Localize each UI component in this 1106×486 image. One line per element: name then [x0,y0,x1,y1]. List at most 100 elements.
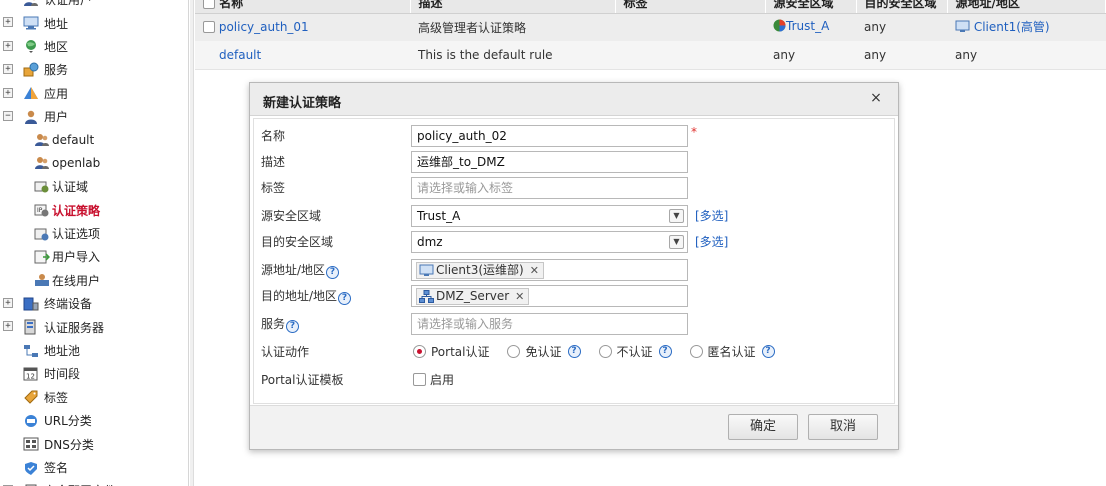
src-addr-link[interactable]: Client1(高管) [974,20,1050,34]
dst-zone-select[interactable]: dmz ▼ [411,231,688,253]
monitor-icon [419,264,434,277]
radio-no-auth[interactable]: 免认证? [507,343,581,360]
radio-skip-auth[interactable]: 不认证? [598,343,672,360]
expand-icon[interactable]: + [3,87,13,98]
sidebar-item[interactable]: + 地区 [0,35,188,58]
sidebar-item[interactable]: 认证选项 [0,222,188,245]
radio-button[interactable] [413,345,426,358]
dialog-title: 新建认证策略 [263,96,342,111]
user-group-icon [23,0,39,8]
sidebar-item[interactable]: 签名 [0,456,188,479]
splitter[interactable] [190,0,194,486]
sidebar-item[interactable]: + 地址 [0,11,188,34]
cell-desc: This is the default rule [410,41,615,70]
remove-tag-icon[interactable]: ✕ [530,263,539,278]
dst-zone-multi-select[interactable]: [多选] [695,233,728,250]
field-tag: 标签 请选择或输入标签 [254,175,894,201]
sidebar-item[interactable]: default [0,128,188,151]
table-row[interactable]: policy_auth_01 高级管理者认证策略 Trust_A any Cli… [195,13,1106,41]
sidebar-item[interactable]: 认证域 [0,175,188,198]
sidebar-item[interactable]: 12 时间段 [0,362,188,385]
policy-link[interactable]: policy_auth_01 [219,20,309,34]
service-label: 服务? [261,315,300,333]
help-icon[interactable]: ? [338,292,352,305]
help-icon[interactable]: ? [326,266,340,279]
expand-icon[interactable]: + [3,298,13,309]
ok-button[interactable]: 确定 [728,414,798,440]
tag-input[interactable]: 请选择或输入标签 [411,177,688,199]
expand-icon[interactable]: + [3,64,13,75]
radio-button[interactable] [598,345,612,358]
col-header-src-zone[interactable]: 源安全区域 [765,0,857,14]
sidebar-item[interactable]: + 终端设备 [0,292,188,315]
enable-checkbox[interactable] [413,373,426,386]
sidebar-item[interactable]: URL分类 [0,409,188,432]
table-row[interactable]: default This is the default rule any any… [195,41,1106,70]
collapse-icon[interactable]: − [3,110,13,121]
svg-text:IP: IP [37,207,43,214]
sidebar-item[interactable]: 地址池 [0,339,188,362]
sidebar-item[interactable]: 标签 [0,386,188,409]
chevron-down-icon[interactable]: ▼ [669,235,684,249]
sidebar-item-label: 认证策略 [52,203,101,218]
policy-link[interactable]: default [219,48,261,62]
col-header-src-addr[interactable]: 源地址/地区 [947,0,1106,14]
radio-button[interactable] [507,345,521,358]
cell-tag [615,13,765,41]
src-zone-value: Trust_A [417,209,461,223]
expand-icon[interactable]: + [3,321,13,332]
dialog-header[interactable]: 新建认证策略 × [250,83,898,116]
sidebar-item[interactable]: 在线用户 [0,269,188,292]
col-header-dst-zone[interactable]: 目的安全区域 [856,0,948,14]
name-input[interactable]: policy_auth_02 [411,125,688,147]
select-all-checkbox[interactable] [203,0,215,10]
sidebar-item-label: 在线用户 [52,273,101,288]
desc-input[interactable]: 运维部_to_DMZ [411,151,688,173]
user-icon [23,109,39,125]
sidebar-item[interactable]: openlab [0,152,188,175]
sidebar-item[interactable]: +安全配置文件 [0,479,188,486]
sidebar-item[interactable]: + 应用 [0,82,188,105]
close-icon[interactable]: × [868,90,884,106]
sidebar-item[interactable]: − 用户 [0,105,188,128]
sidebar-item[interactable]: DNS分类 [0,432,188,455]
help-icon[interactable]: ? [286,320,300,333]
sidebar-item[interactable]: + 服务 [0,58,188,81]
table-header-row: 名称 描述 标签 源安全区域 目的安全区域 源地址/地区 [195,0,1106,14]
sidebar-item-label: 认证服务器 [44,320,105,335]
col-header-desc[interactable]: 描述 [410,0,616,14]
remove-tag-icon[interactable]: ✕ [515,289,524,304]
radio-button[interactable] [689,345,703,358]
col-header-tag[interactable]: 标签 [615,0,766,14]
radio-anonymous-auth[interactable]: 匿名认证? [689,343,775,360]
sidebar-item[interactable]: 认证用户 [0,0,188,11]
src-zone-select[interactable]: Trust_A ▼ [411,205,688,227]
cell-name[interactable]: policy_auth_01 [195,13,410,41]
help-icon[interactable]: ? [658,345,672,358]
dst-addr-input[interactable]: DMZ_Server ✕ [411,285,688,307]
help-icon[interactable]: ? [761,345,775,358]
sidebar-item[interactable]: 用户导入 [0,245,188,268]
cell-dst-zone: any [856,13,947,41]
row-checkbox[interactable] [203,21,215,34]
radio-portal[interactable]: Portal认证 [413,343,489,360]
src-zone-link[interactable]: Trust_A [786,19,829,33]
svg-text:12: 12 [26,372,35,380]
chevron-down-icon[interactable]: ▼ [669,209,684,223]
src-zone-multi-select[interactable]: [多选] [695,207,728,224]
user-group-icon [34,132,50,148]
cell-src-zone: Trust_A [765,13,856,41]
cell-src-addr: any [947,41,1106,70]
auth-action-label: 认证动作 [261,345,310,359]
help-icon[interactable]: ? [567,345,581,358]
sidebar-item[interactable]: + 认证服务器 [0,315,188,338]
col-header-name[interactable]: 名称 [195,0,411,14]
sidebar-item[interactable]: IP 认证策略 [0,199,188,222]
expand-icon[interactable]: + [3,40,13,51]
cell-name[interactable]: default [195,41,410,70]
src-addr-input[interactable]: Client3(运维部) ✕ [411,259,688,281]
expand-icon[interactable]: + [3,17,13,28]
cancel-button[interactable]: 取消 [808,414,878,440]
portal-template-enable[interactable]: 启用 [413,371,454,388]
service-input[interactable]: 请选择或输入服务 [411,313,688,335]
